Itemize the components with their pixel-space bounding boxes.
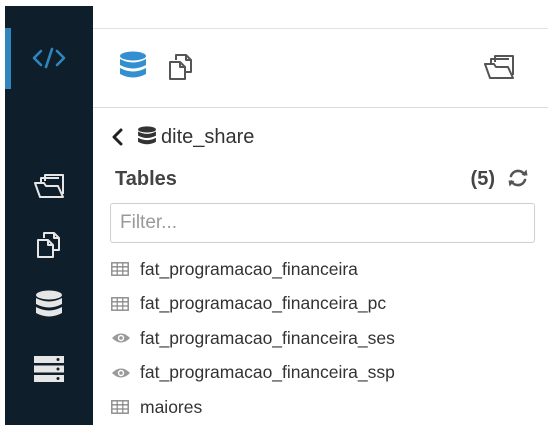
code-icon[interactable] [29,44,69,72]
table-row[interactable]: fat_programacao_financeira_ssp [111,356,531,391]
table-name: fat_programacao_financeira_ssp [140,362,395,383]
server-icon[interactable] [31,352,67,386]
table-name: fat_programacao_financeira_pc [140,293,387,314]
folder-icon[interactable] [31,169,67,203]
documents-icon[interactable] [164,50,198,84]
database-icon [137,126,157,148]
breadcrumb: dite_share [111,124,254,150]
table-row[interactable]: fat_programacao_financeira [111,252,531,287]
folder-icon[interactable] [481,50,517,84]
panel-toolbar [93,29,548,108]
database-name[interactable]: dite_share [161,126,254,149]
documents-icon[interactable] [32,228,66,262]
left-sidebar [5,6,93,425]
table-name: fat_programacao_financeira [140,258,358,279]
refresh-icon[interactable] [507,167,529,194]
active-indicator [5,28,11,89]
table-icon [111,262,133,277]
tables-title: Tables [115,167,177,190]
database-icon[interactable] [117,50,149,84]
table-icon [111,400,133,415]
database-icon[interactable] [32,288,66,324]
table-row[interactable]: fat_programacao_financeira_ses [111,321,531,356]
table-row[interactable]: fat_programacao_financeira_pc [111,287,531,322]
assist-panel: dite_share Tables (5) fat_programacao_fi… [93,0,548,425]
table-name: maiores [140,396,203,417]
table-row[interactable]: maiores [111,390,531,425]
table-icon [111,296,133,311]
tables-header: Tables (5) [115,166,535,192]
eye-icon [111,331,133,345]
tables-count: (5) [470,167,495,190]
eye-icon [111,366,133,380]
table-name: fat_programacao_financeira_ses [140,327,395,348]
filter-input[interactable] [110,203,535,243]
tables-list: fat_programacao_financeira fat_programaca… [111,252,531,425]
back-chevron-icon[interactable] [111,124,129,150]
